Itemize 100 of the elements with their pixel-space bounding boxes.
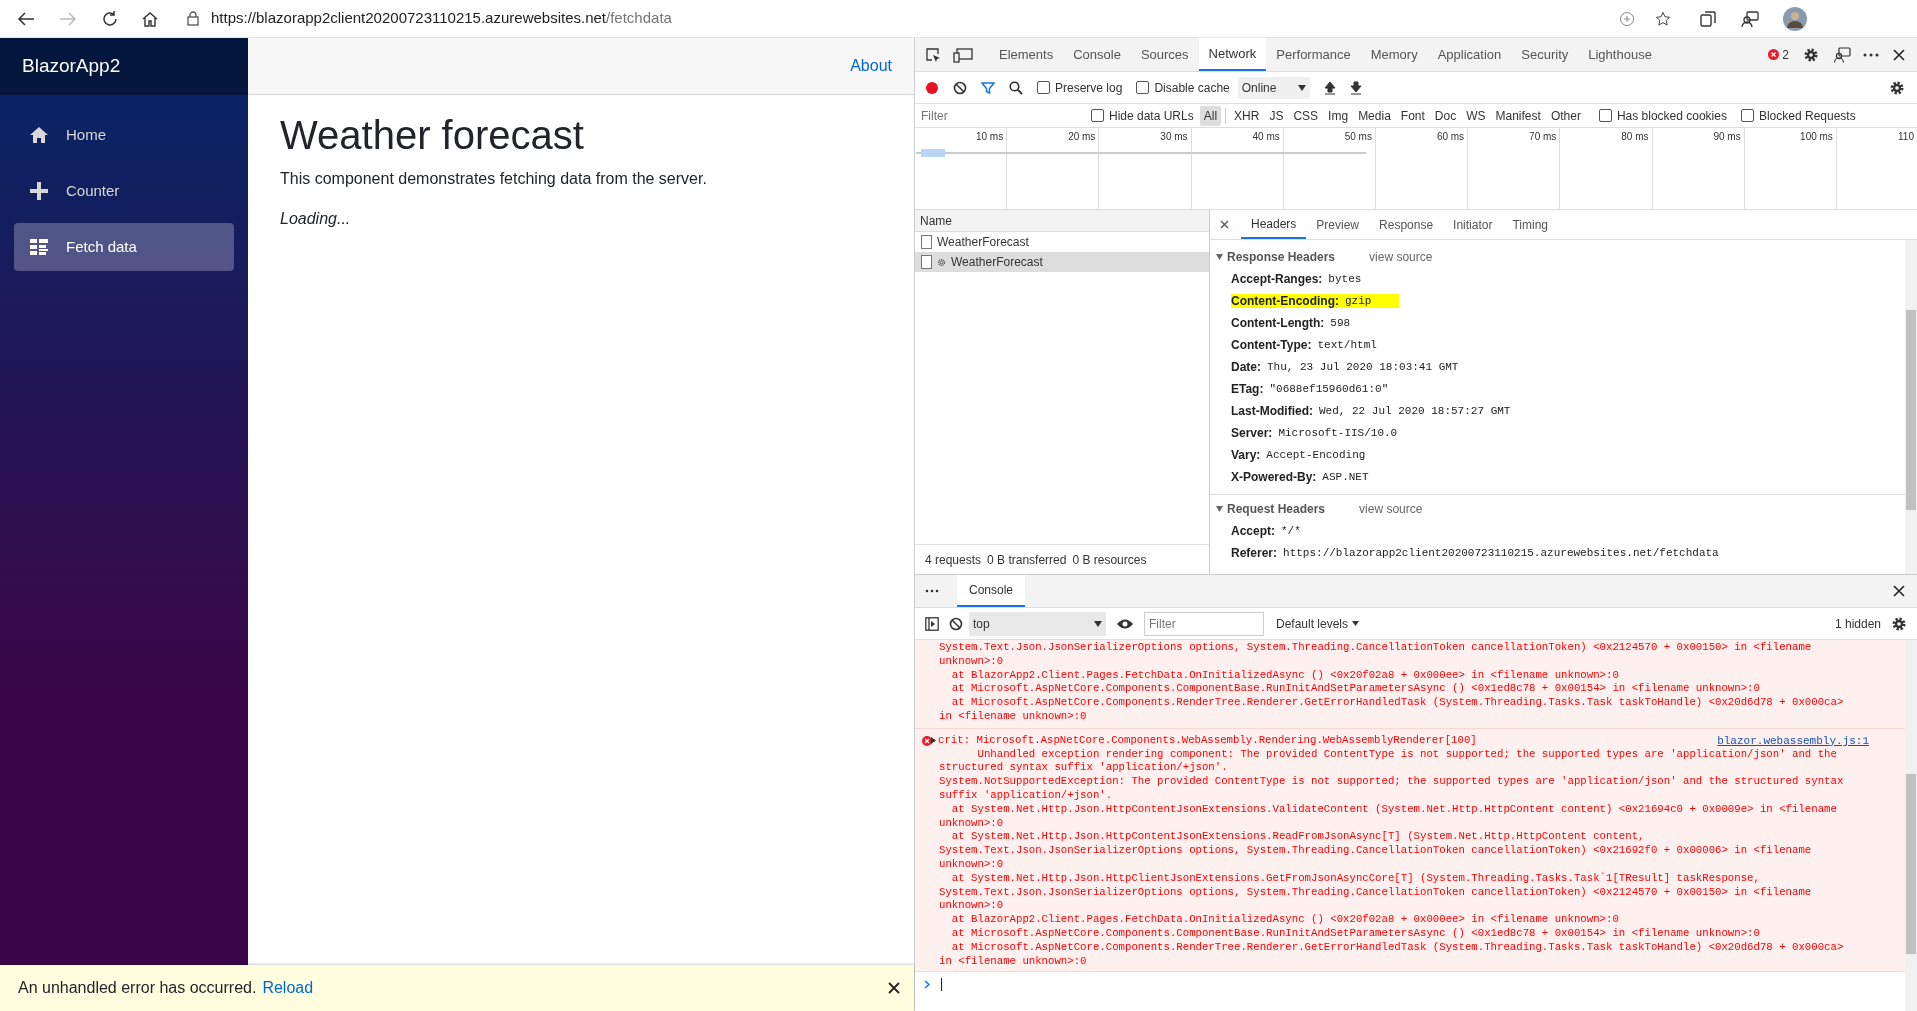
type-filter-button[interactable]: Font bbox=[1396, 105, 1429, 126]
close-icon[interactable] bbox=[1220, 220, 1229, 229]
upload-icon[interactable] bbox=[1323, 80, 1336, 95]
type-filter-button[interactable]: WS bbox=[1462, 105, 1490, 126]
devtools-tab[interactable]: Application bbox=[1427, 38, 1512, 71]
devtools-tab[interactable]: Memory bbox=[1360, 38, 1428, 71]
console-line: at Microsoft.AspNetCore.Components.RenderTree.Renderer.GetErrorHandledTask (System.Threading.Tasks.Task taskToHandle) <0x20d6d78 + 0x000ca> bbox=[950, 696, 1844, 710]
checkbox[interactable] bbox=[1598, 109, 1612, 122]
type-filter-button[interactable]: XHR bbox=[1230, 105, 1264, 126]
clear-icon[interactable] bbox=[953, 80, 967, 95]
type-filter-button[interactable]: CSS bbox=[1289, 105, 1323, 126]
type-filter-button[interactable]: Manifest bbox=[1491, 105, 1545, 126]
header-name: Content-Encoding: bbox=[1231, 293, 1339, 310]
filter-icon[interactable] bbox=[981, 80, 995, 95]
request-row[interactable]: WeatherForecast bbox=[915, 232, 1209, 252]
sidebar-toggle-icon[interactable] bbox=[925, 616, 939, 631]
caret-icon bbox=[1297, 84, 1306, 91]
more-icon[interactable] bbox=[925, 589, 939, 593]
type-filter-button[interactable]: Media bbox=[1354, 105, 1395, 126]
levels-dropdown[interactable]: Default levels bbox=[1276, 614, 1360, 633]
settings-icon[interactable] bbox=[1803, 46, 1819, 63]
error-message: An unhandled error has occurred. bbox=[18, 978, 257, 998]
detail-tab[interactable]: Response bbox=[1369, 210, 1444, 239]
scrollbar[interactable] bbox=[1905, 240, 1917, 574]
detail-tab[interactable]: Timing bbox=[1502, 210, 1558, 239]
record-icon[interactable] bbox=[925, 80, 939, 95]
source-link[interactable]: blazor.webassembly.js:1 bbox=[1717, 733, 1869, 748]
settings-icon[interactable] bbox=[1891, 615, 1907, 632]
checkbox-label[interactable]: Hide data URLs bbox=[1109, 106, 1194, 125]
devtools-tab[interactable]: Sources bbox=[1130, 38, 1199, 71]
detail-tab[interactable]: Headers bbox=[1241, 210, 1307, 239]
throttle-select[interactable]: Online bbox=[1237, 76, 1310, 99]
checkbox-label[interactable]: Preserve log bbox=[1055, 78, 1123, 97]
context-select[interactable]: top bbox=[969, 611, 1106, 636]
triangle-icon[interactable] bbox=[1216, 506, 1223, 512]
detail-tab[interactable]: Initiator bbox=[1443, 210, 1503, 239]
column-header[interactable]: Name bbox=[915, 210, 1209, 232]
devtools-tab[interactable]: Console bbox=[1063, 38, 1131, 71]
section-title[interactable]: Request Headers bbox=[1227, 500, 1326, 518]
checkbox-label[interactable]: Disable cache bbox=[1154, 78, 1230, 97]
checkbox[interactable] bbox=[1740, 109, 1754, 122]
avatar-icon[interactable] bbox=[1783, 6, 1807, 31]
home-icon[interactable] bbox=[141, 9, 159, 28]
devtools-tab[interactable]: Network bbox=[1198, 38, 1267, 71]
view-source-link[interactable]: view source bbox=[1359, 500, 1423, 518]
drawer-tab[interactable]: Console bbox=[957, 575, 1026, 607]
timeline-tick: 10 ms bbox=[975, 130, 1004, 141]
more-icon[interactable] bbox=[1863, 52, 1879, 57]
error-count-badge[interactable]: 2 bbox=[1768, 45, 1789, 64]
console-line: unknown>:0 bbox=[939, 816, 1005, 831]
type-filter-button[interactable]: JS bbox=[1265, 105, 1288, 126]
star-icon[interactable] bbox=[1655, 10, 1671, 27]
devtools-tab[interactable]: Lighthouse bbox=[1578, 38, 1662, 71]
checkbox[interactable] bbox=[1136, 81, 1150, 94]
type-filter-button[interactable]: Other bbox=[1546, 105, 1585, 126]
devtools-tab[interactable]: Security bbox=[1511, 38, 1579, 71]
device-icon[interactable] bbox=[953, 46, 973, 63]
close-icon[interactable] bbox=[888, 982, 900, 994]
reload-link[interactable]: Reload bbox=[262, 976, 314, 1000]
nav-item[interactable]: Home bbox=[14, 111, 234, 159]
timeline-tick: 80 ms bbox=[1621, 130, 1649, 141]
feedback-icon[interactable] bbox=[1833, 46, 1851, 63]
header-value: text/html bbox=[1317, 337, 1377, 353]
eye-icon[interactable] bbox=[1116, 617, 1134, 630]
nav-item[interactable]: Counter bbox=[14, 167, 234, 215]
back-icon[interactable] bbox=[17, 10, 35, 27]
close-icon[interactable] bbox=[1893, 48, 1905, 61]
nav-item[interactable]: Fetch data bbox=[14, 223, 234, 271]
triangle-icon[interactable] bbox=[931, 737, 936, 745]
view-source-link[interactable]: view source bbox=[1369, 248, 1433, 266]
type-filter-button[interactable]: Doc bbox=[1430, 105, 1461, 126]
type-filter-button[interactable]: Img bbox=[1324, 105, 1353, 126]
request-row[interactable]: WeatherForecast bbox=[915, 252, 1209, 272]
intro-text: This component demonstrates fetching data from the server. bbox=[280, 169, 708, 189]
timeline-tick: 50 ms bbox=[1344, 130, 1372, 141]
feedback-icon[interactable] bbox=[1741, 9, 1759, 28]
settings-icon[interactable] bbox=[1889, 79, 1905, 96]
filter-input[interactable]: Filter bbox=[1144, 611, 1264, 636]
devtools-tab[interactable]: Elements bbox=[989, 38, 1064, 71]
checkbox-label[interactable]: Blocked Requests bbox=[1758, 106, 1856, 125]
inspect-icon[interactable] bbox=[925, 46, 941, 63]
download-icon[interactable] bbox=[1349, 80, 1362, 95]
clear-icon[interactable] bbox=[949, 616, 963, 631]
type-filter-button[interactable]: All bbox=[1199, 105, 1222, 126]
refresh-icon[interactable] bbox=[101, 9, 119, 28]
detail-tab[interactable]: Preview bbox=[1306, 210, 1370, 239]
about-link[interactable]: About bbox=[850, 54, 892, 78]
checkbox-label[interactable]: Has blocked cookies bbox=[1616, 106, 1727, 125]
close-icon[interactable] bbox=[1893, 585, 1905, 597]
triangle-icon[interactable] bbox=[1216, 254, 1223, 260]
search-icon[interactable] bbox=[1009, 80, 1023, 95]
section-title[interactable]: Response Headers bbox=[1227, 248, 1336, 266]
filter-input[interactable]: Filter bbox=[917, 105, 1081, 126]
checkbox[interactable] bbox=[1091, 109, 1104, 122]
checkbox[interactable] bbox=[1037, 81, 1050, 94]
collections-icon[interactable] bbox=[1699, 9, 1717, 28]
add-icon[interactable] bbox=[1619, 10, 1635, 27]
scrollbar[interactable] bbox=[1905, 640, 1917, 1011]
devtools-tab[interactable]: Performance bbox=[1266, 38, 1361, 71]
text-cursor[interactable] bbox=[941, 977, 942, 991]
